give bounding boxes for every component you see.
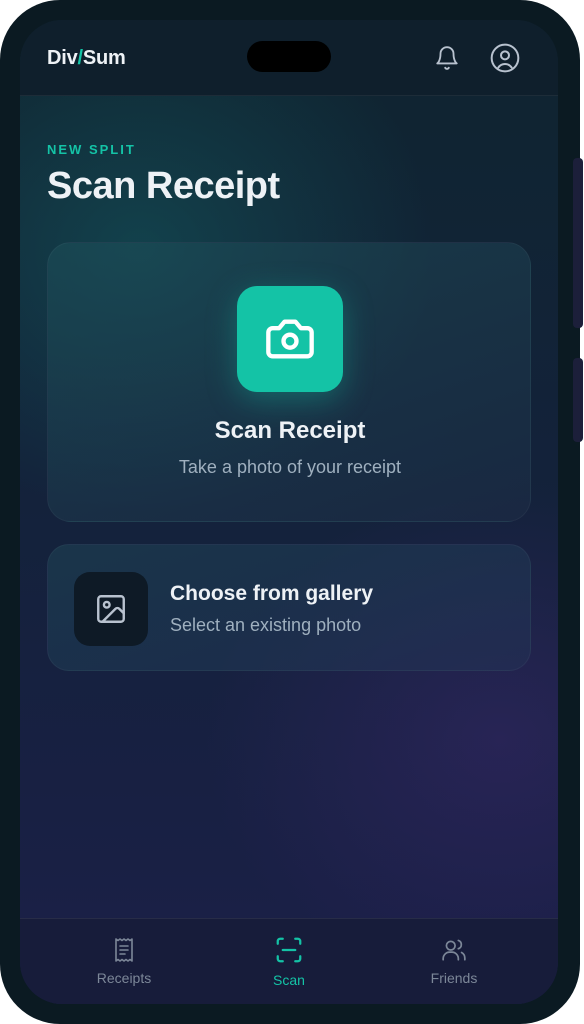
tab-receipts-label: Receipts — [96, 970, 152, 986]
dynamic-island — [247, 41, 331, 72]
side-button-power — [573, 358, 583, 442]
page-title: Scan Receipt — [47, 165, 280, 207]
bottom-tab-bar: Receipts Scan Friends — [20, 918, 558, 1004]
tab-friends-label: Friends — [430, 970, 478, 986]
friends-icon — [442, 939, 466, 961]
app-logo[interactable]: Div/Sum — [47, 47, 126, 70]
scan-receipt-card[interactable]: Scan Receipt Take a photo of your receip… — [47, 242, 531, 522]
profile-button[interactable] — [487, 40, 523, 76]
gallery-tile — [74, 572, 148, 646]
tab-scan[interactable]: Scan — [229, 919, 349, 1004]
side-button-volume — [573, 158, 583, 328]
choose-gallery-card[interactable]: Choose from gallery Select an existing p… — [47, 544, 531, 671]
gallery-card-title: Choose from gallery — [170, 582, 374, 605]
tab-friends[interactable]: Friends — [394, 919, 514, 1004]
bell-icon — [436, 46, 458, 70]
image-icon — [97, 595, 125, 623]
screen: Div/Sum NEW SPLIT Scan Receipt Scan Rece… — [20, 20, 558, 1004]
scan-card-title: Scan Receipt — [214, 417, 366, 444]
tab-scan-label: Scan — [273, 972, 305, 988]
tab-receipts[interactable]: Receipts — [64, 919, 184, 1004]
page-eyebrow: NEW SPLIT — [47, 142, 136, 157]
scan-icon — [276, 937, 302, 963]
scan-card-subtitle: Take a photo of your receipt — [178, 457, 402, 477]
user-circle-icon — [490, 43, 520, 73]
logo-text-sum: Sum — [82, 47, 126, 69]
logo-text-div: Div — [47, 47, 78, 69]
camera-icon — [266, 319, 314, 359]
gallery-card-subtitle: Select an existing photo — [170, 615, 362, 635]
camera-tile — [237, 286, 343, 392]
receipt-icon — [115, 938, 133, 962]
notifications-button[interactable] — [429, 40, 465, 76]
top-bar: Div/Sum — [20, 20, 558, 96]
